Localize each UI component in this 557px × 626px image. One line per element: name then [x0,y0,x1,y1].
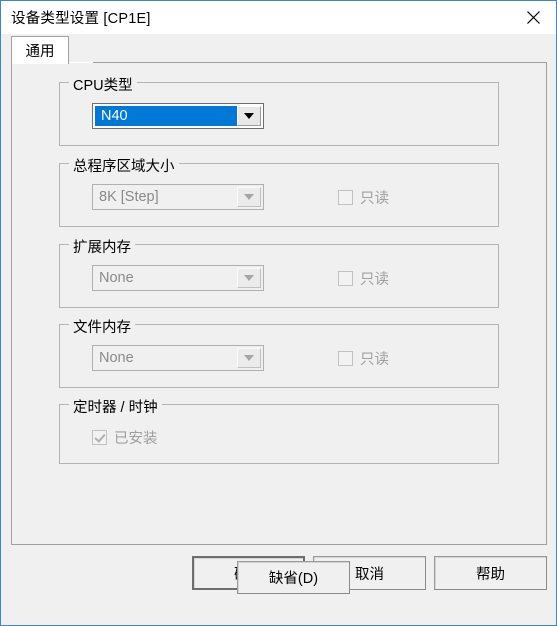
timer-clock-installed-checkbox[interactable]: 已安装 [92,427,158,448]
tab-general[interactable]: 通用 [11,36,69,64]
file-memory-combobox[interactable]: None [92,345,264,371]
program-area-size-readonly-label: 只读 [360,191,389,207]
help-button-label: 帮助 [476,566,505,583]
expansion-memory-readonly-label: 只读 [360,272,389,288]
cancel-button-label: 取消 [355,566,384,583]
cpu-type-dropdown-button[interactable] [237,106,261,126]
close-icon [526,11,540,24]
program-area-size-combobox[interactable]: 8K [Step] [92,184,264,210]
group-file-memory-label: 文件内存 [69,316,135,337]
group-timer-clock-label: 定时器 / 时钟 [69,396,162,417]
file-memory-readonly-checkbox[interactable]: 只读 [338,348,389,369]
group-program-area-size-label: 总程序区域大小 [69,155,179,176]
group-program-area-size: 总程序区域大小 8K [Step] 只读 [59,155,499,227]
cpu-type-value: N40 [95,106,237,126]
close-button[interactable] [510,1,556,34]
file-memory-dropdown-button[interactable] [237,348,261,368]
program-area-size-value: 8K [Step] [99,189,159,205]
checkbox-checked-icon [92,430,107,445]
chevron-down-icon [244,113,254,119]
device-type-settings-dialog: 设备类型设置 [CP1E] 通用 CPU类型 N40 总程序区域大小 8K [S… [0,0,557,626]
cpu-type-combobox[interactable]: N40 [92,103,264,129]
title-bar: 设备类型设置 [CP1E] [1,1,556,34]
expansion-memory-readonly-checkbox[interactable]: 只读 [338,268,389,289]
group-cpu-type-label: CPU类型 [69,74,137,95]
program-area-size-readonly-checkbox[interactable]: 只读 [338,187,389,208]
group-expansion-memory-label: 扩展内存 [69,236,135,257]
expansion-memory-combobox[interactable]: None [92,265,264,291]
window-title: 设备类型设置 [CP1E] [11,11,151,27]
chevron-down-icon [244,275,254,281]
checkbox-box-icon [338,351,353,366]
tab-general-label: 通用 [25,44,55,60]
group-expansion-memory: 扩展内存 None 只读 [59,236,499,308]
expansion-memory-value: None [99,270,134,286]
tab-page-general: CPU类型 N40 总程序区域大小 8K [Step] 只读 扩展内存 None… [11,62,547,594]
chevron-down-icon [244,194,254,200]
program-area-size-dropdown-button[interactable] [237,187,261,207]
group-timer-clock: 定时器 / 时钟 已安装 [59,396,499,464]
group-cpu-type: CPU类型 N40 [59,74,499,146]
checkbox-box-icon [338,190,353,205]
checkbox-box-icon [338,271,353,286]
file-memory-readonly-label: 只读 [360,352,389,368]
timer-clock-installed-label: 已安装 [114,431,158,447]
file-memory-value: None [99,350,134,366]
default-button[interactable]: 缺省(D) [237,561,350,594]
group-file-memory: 文件内存 None 只读 [59,316,499,388]
chevron-down-icon [244,355,254,361]
help-button[interactable]: 帮助 [434,556,547,590]
expansion-memory-dropdown-button[interactable] [237,268,261,288]
default-button-label: 缺省(D) [268,571,319,587]
tab-strip: 通用 [1,34,556,64]
